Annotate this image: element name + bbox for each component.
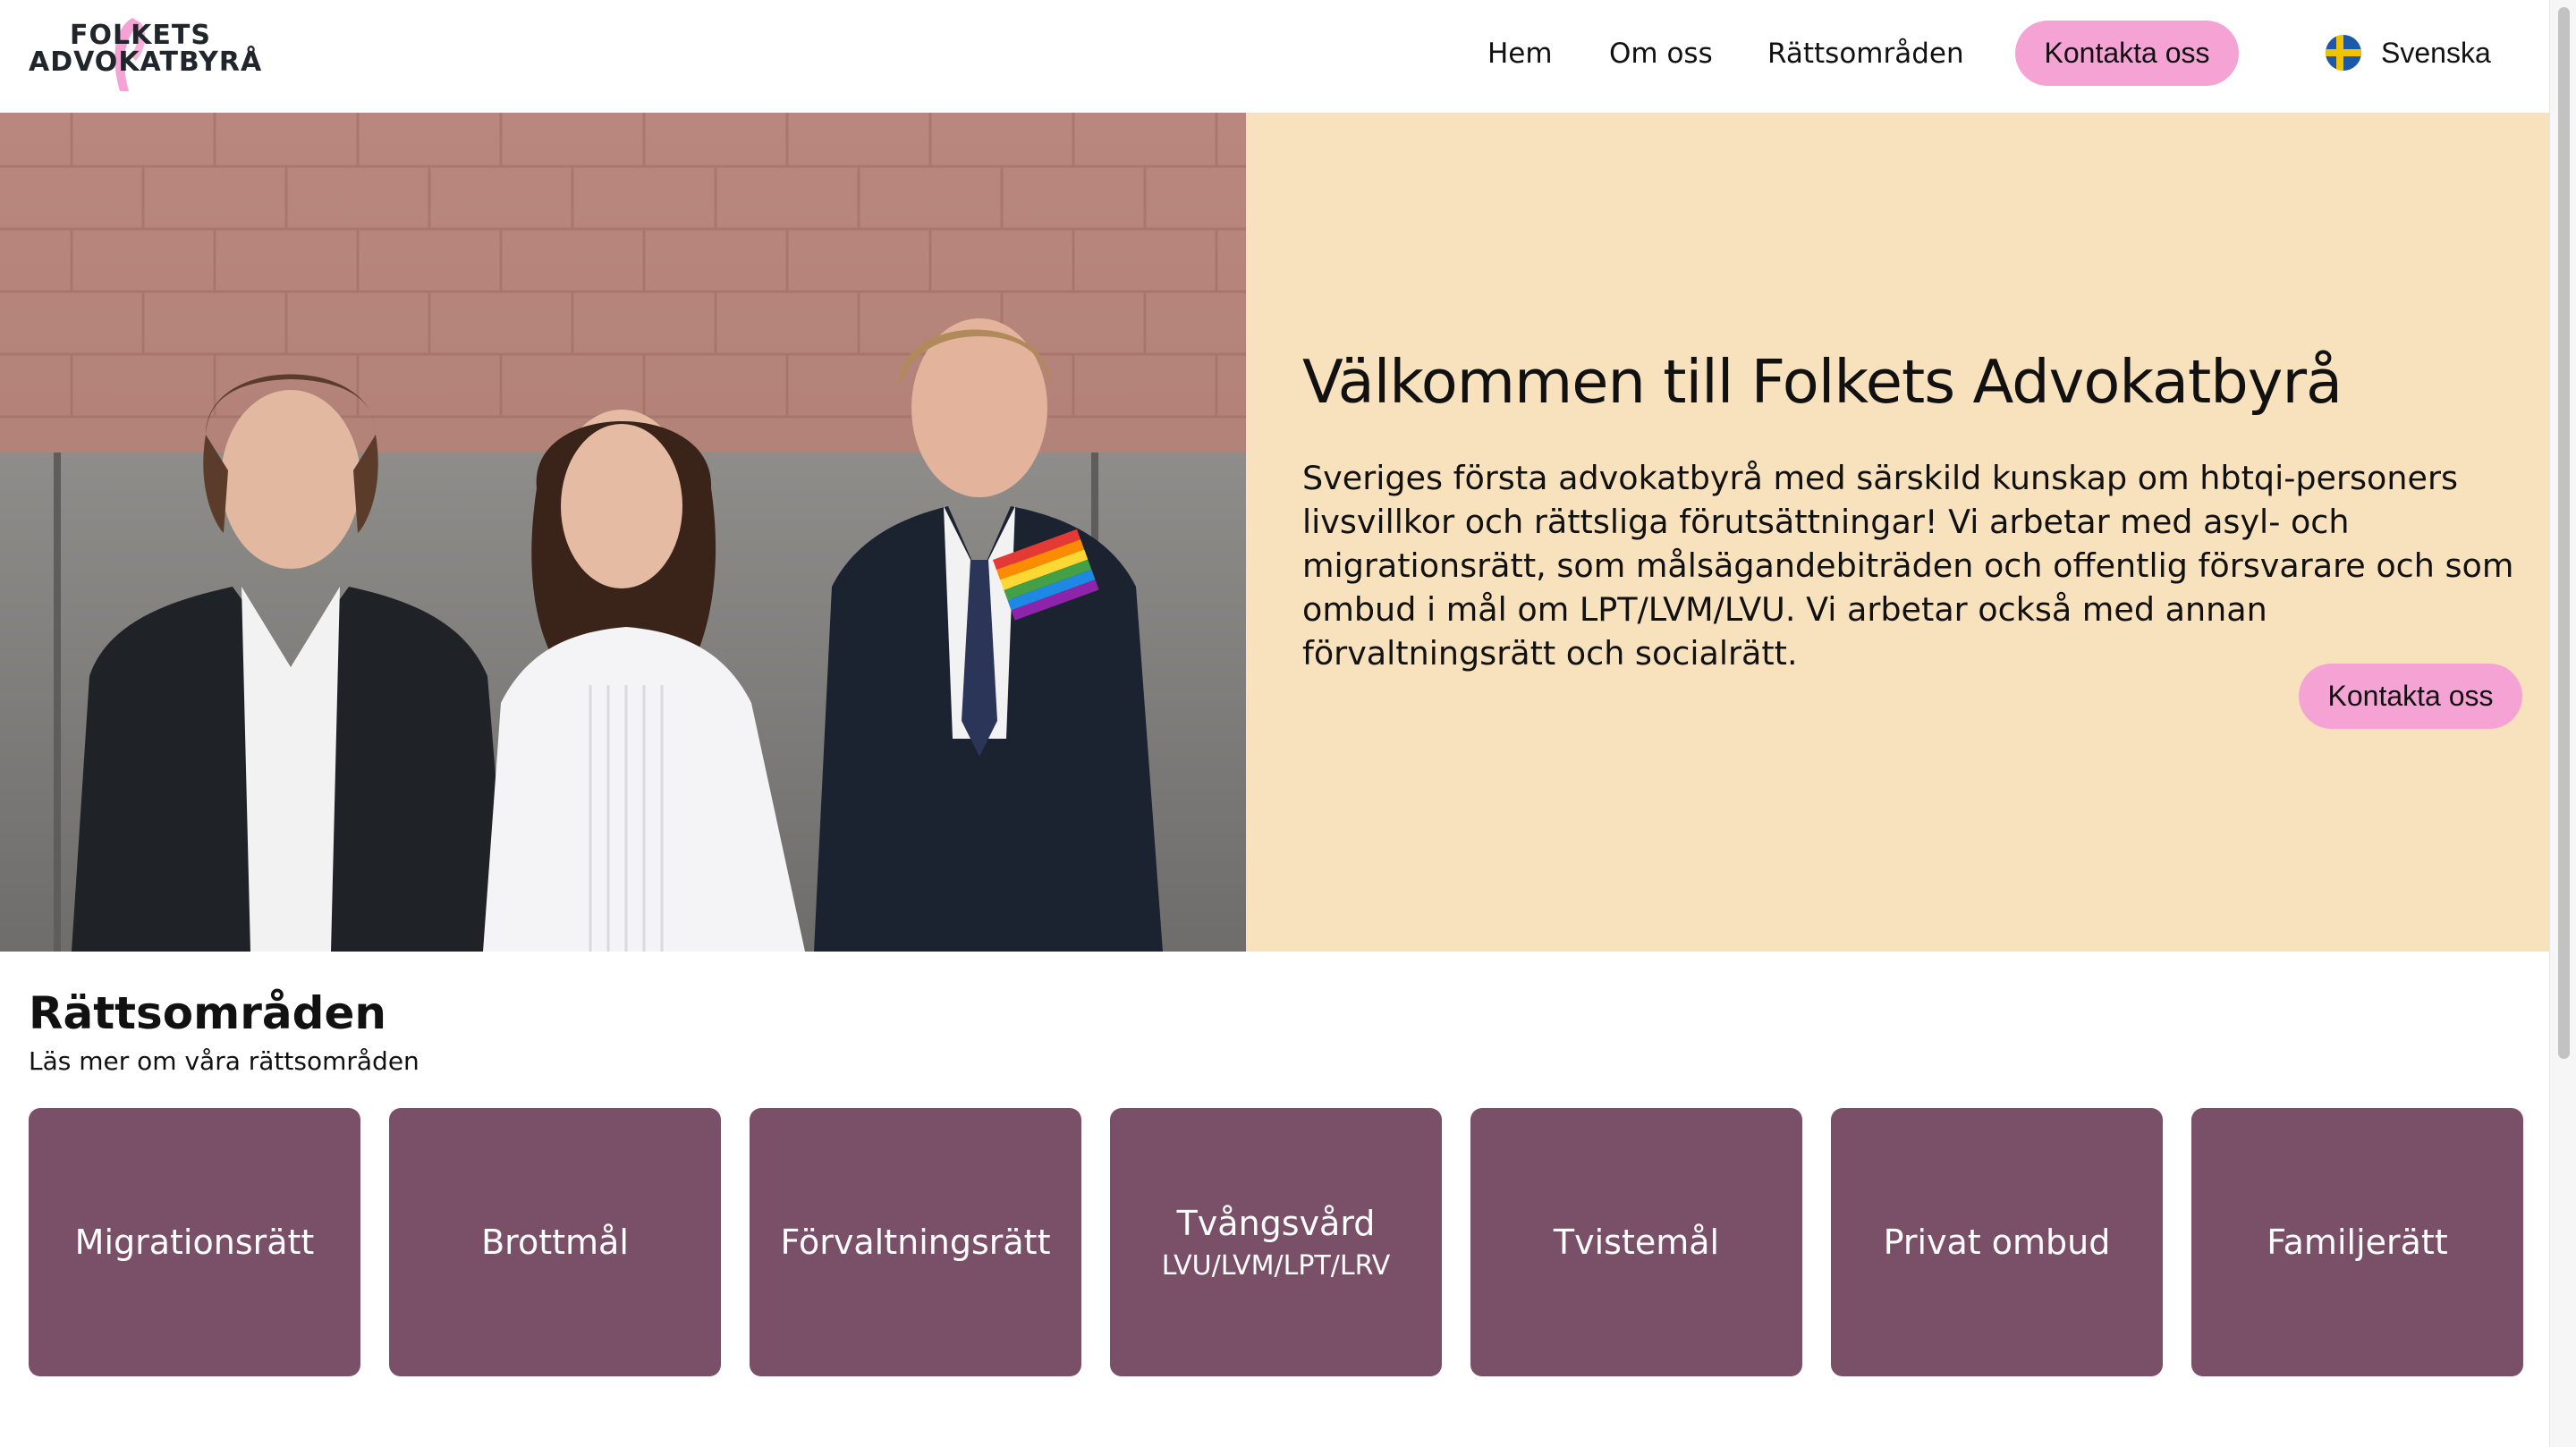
scrollbar-thumb[interactable] xyxy=(2558,7,2570,1059)
area-card-familjeratt[interactable]: Familjerätt xyxy=(2191,1108,2523,1376)
area-card-tvangsvard[interactable]: Tvångsvård LVU/LVM/LPT/LRV xyxy=(1110,1108,1442,1376)
hero-description: Sveriges första advokatbyrå med särskild… xyxy=(1302,459,2514,673)
area-card-privat-ombud[interactable]: Privat ombud xyxy=(1831,1108,2163,1376)
site-header: FOLKETS ADVOKATBYRÅ Hem Om oss Rättsområ… xyxy=(0,0,2549,113)
areas-subheading: Läs mer om våra rättsområden xyxy=(29,1046,419,1076)
sweden-flag-icon xyxy=(2326,35,2361,71)
hero-title: Välkommen till Folkets Advokatbyrå xyxy=(1302,347,2343,417)
language-label: Svenska xyxy=(2381,36,2491,69)
nav-home-link[interactable]: Hem xyxy=(1487,21,1553,86)
areas-card-list: Migrationsrätt Brottmål Förvaltningsrätt… xyxy=(29,1108,2524,1376)
nav-areas-link[interactable]: Rättsområden xyxy=(1767,21,1964,86)
team-photo-image xyxy=(0,113,1246,952)
area-card-title: Brottmål xyxy=(481,1223,629,1262)
hero-panel: Välkommen till Folkets Advokatbyrå Sveri… xyxy=(1246,113,2549,952)
hero-contact-button[interactable]: Kontakta oss xyxy=(2299,664,2522,729)
area-card-title: Förvaltningsrätt xyxy=(780,1223,1051,1262)
area-card-forvaltningsratt[interactable]: Förvaltningsrätt xyxy=(750,1108,1081,1376)
area-card-migrationsratt[interactable]: Migrationsrätt xyxy=(29,1108,360,1376)
hero-photo xyxy=(0,113,1246,952)
area-card-subtitle: LVU/LVM/LPT/LRV xyxy=(1161,1249,1391,1282)
nav-contact-button[interactable]: Kontakta oss xyxy=(2015,21,2239,86)
hero-section: Välkommen till Folkets Advokatbyrå Sveri… xyxy=(0,113,2549,952)
area-card-title: Familjerätt xyxy=(2267,1223,2448,1262)
logo-text-line2: ADVOKATBYRÅ xyxy=(29,47,263,78)
area-card-title: Migrationsrätt xyxy=(74,1223,315,1262)
nav-about-link[interactable]: Om oss xyxy=(1609,21,1713,86)
area-card-title: Tvångsvård xyxy=(1176,1203,1376,1243)
area-card-title: Tvistemål xyxy=(1553,1223,1720,1262)
area-card-brottmal[interactable]: Brottmål xyxy=(389,1108,721,1376)
area-card-tvistemal[interactable]: Tvistemål xyxy=(1470,1108,1802,1376)
page: FOLKETS ADVOKATBYRÅ Hem Om oss Rättsområ… xyxy=(0,0,2549,1447)
logo[interactable]: FOLKETS ADVOKATBYRÅ xyxy=(27,16,261,93)
areas-heading: Rättsområden xyxy=(29,987,386,1039)
area-card-title: Privat ombud xyxy=(1883,1223,2111,1262)
vertical-scrollbar[interactable] xyxy=(2549,0,2576,1447)
language-selector[interactable]: Svenska xyxy=(2326,30,2491,75)
